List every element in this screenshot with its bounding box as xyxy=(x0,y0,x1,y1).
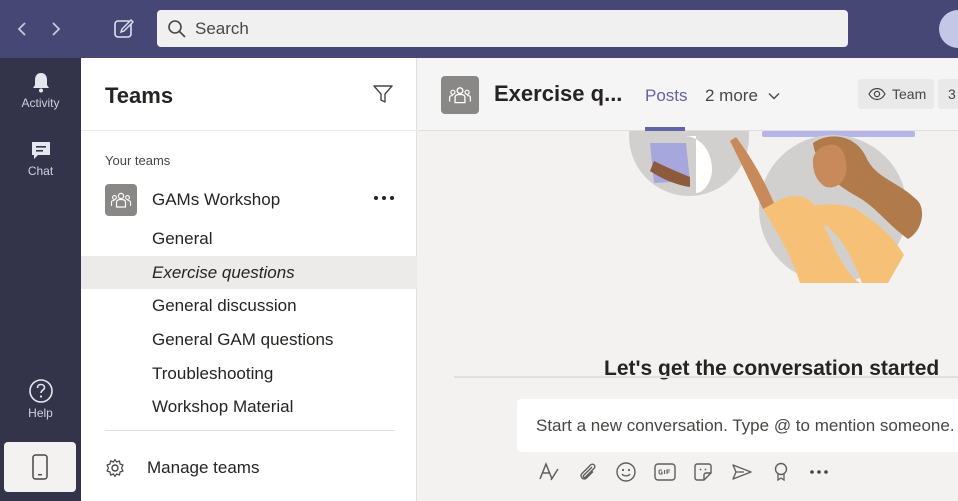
manage-teams-label: Manage teams xyxy=(147,458,260,477)
chat-icon xyxy=(31,142,50,159)
back-button[interactable] xyxy=(10,14,34,44)
channel-label: Workshop Material xyxy=(152,397,294,416)
composer-toolbar xyxy=(536,460,845,484)
emoji-icon xyxy=(616,462,636,482)
channel-label: Exercise questions xyxy=(152,263,295,282)
people-icon xyxy=(110,192,132,208)
channel-content: Let's get the conversation started Start… xyxy=(418,131,958,501)
channel-label: Troubleshooting xyxy=(152,364,274,383)
chevron-left-icon xyxy=(17,22,26,36)
attach-button[interactable] xyxy=(575,460,601,484)
search-placeholder: Search xyxy=(195,18,249,38)
team-more-button[interactable] xyxy=(371,186,397,210)
filter-button[interactable] xyxy=(372,83,394,105)
gif-button[interactable] xyxy=(652,460,678,484)
channel-label: General discussion xyxy=(152,296,297,315)
chevron-right-icon xyxy=(52,22,61,36)
tab-more-label: 2 more xyxy=(705,86,758,105)
forward-button[interactable] xyxy=(44,14,68,44)
teams-panel-header: Teams xyxy=(81,58,417,131)
sticker-icon xyxy=(694,463,713,481)
composer-placeholder: Start a new conversation. Type @ to ment… xyxy=(536,416,955,435)
attach-icon xyxy=(579,463,596,480)
team-button[interactable]: Team xyxy=(858,79,934,109)
channel-team-icon xyxy=(441,76,479,114)
channel-troubleshooting[interactable]: Troubleshooting xyxy=(81,357,417,390)
channel-header: Exercise q... Posts 2 more Team 3 xyxy=(418,58,958,131)
sticker-button[interactable] xyxy=(690,460,716,484)
channel-general[interactable]: General xyxy=(81,222,417,255)
team-name: GAMs Workshop xyxy=(152,190,281,209)
team-icon xyxy=(105,184,137,216)
rail-item-label: Chat xyxy=(27,164,54,178)
participants-count-button[interactable]: 3 xyxy=(938,79,958,109)
compose-icon xyxy=(114,19,134,38)
team-button-label: Team xyxy=(892,86,927,102)
mobile-app-button[interactable] xyxy=(4,442,76,492)
more-options-button[interactable] xyxy=(806,460,832,484)
channel-exercise-questions[interactable]: Exercise questions xyxy=(81,256,417,289)
format-button[interactable] xyxy=(536,460,562,484)
praise-icon xyxy=(774,462,787,482)
gear-icon xyxy=(106,458,124,478)
rail-item-activity[interactable]: Activity xyxy=(0,70,81,110)
search-icon xyxy=(168,19,186,38)
emoji-button[interactable] xyxy=(613,460,639,484)
welcome-illustration xyxy=(629,131,923,283)
gif-icon xyxy=(654,463,676,481)
rail-item-chat[interactable]: Chat xyxy=(0,138,81,178)
divider xyxy=(105,430,395,431)
avatar[interactable] xyxy=(939,10,958,48)
chevron-down-icon xyxy=(768,93,780,100)
teams-panel: Teams Your teams GAMs Workshop General E… xyxy=(81,58,417,501)
new-conversation-input[interactable]: Start a new conversation. Type @ to ment… xyxy=(517,399,958,452)
meet-now-icon xyxy=(732,464,752,480)
title-bar: Search xyxy=(0,0,958,58)
manage-teams-button[interactable]: Manage teams xyxy=(105,456,259,480)
your-teams-label: Your teams xyxy=(105,153,171,168)
rail-item-label: Activity xyxy=(21,96,60,110)
new-chat-button[interactable] xyxy=(110,14,138,44)
rail-item-help[interactable]: Help xyxy=(0,378,81,420)
bell-icon xyxy=(32,73,49,93)
app-rail: Activity Chat Help xyxy=(0,58,81,501)
channel-general-gam-questions[interactable]: General GAM questions xyxy=(81,323,417,356)
help-icon xyxy=(28,379,53,403)
more-icon xyxy=(374,196,394,200)
search-bar[interactable]: Search xyxy=(157,10,848,47)
channel-workshop-material[interactable]: Workshop Material xyxy=(81,390,417,423)
channel-label: General xyxy=(152,229,213,248)
tab-more-dropdown[interactable]: 2 more xyxy=(705,86,781,106)
panel-title: Teams xyxy=(105,83,174,108)
team-gams-workshop[interactable]: GAMs Workshop xyxy=(81,182,417,218)
meet-now-button[interactable] xyxy=(729,460,755,484)
praise-button[interactable] xyxy=(768,460,794,484)
eye-icon xyxy=(868,87,886,101)
headline-divider xyxy=(454,376,958,378)
format-icon xyxy=(539,461,559,481)
mobile-phone-icon xyxy=(32,454,48,480)
people-icon xyxy=(449,87,471,104)
tab-posts[interactable]: Posts xyxy=(645,86,688,106)
rail-item-label: Help xyxy=(28,406,53,420)
more-options-icon xyxy=(810,470,828,474)
channel-title: Exercise q... xyxy=(494,81,623,106)
channel-label: General GAM questions xyxy=(152,330,334,349)
filter-icon xyxy=(373,85,393,103)
channel-general-discussion[interactable]: General discussion xyxy=(81,289,417,322)
